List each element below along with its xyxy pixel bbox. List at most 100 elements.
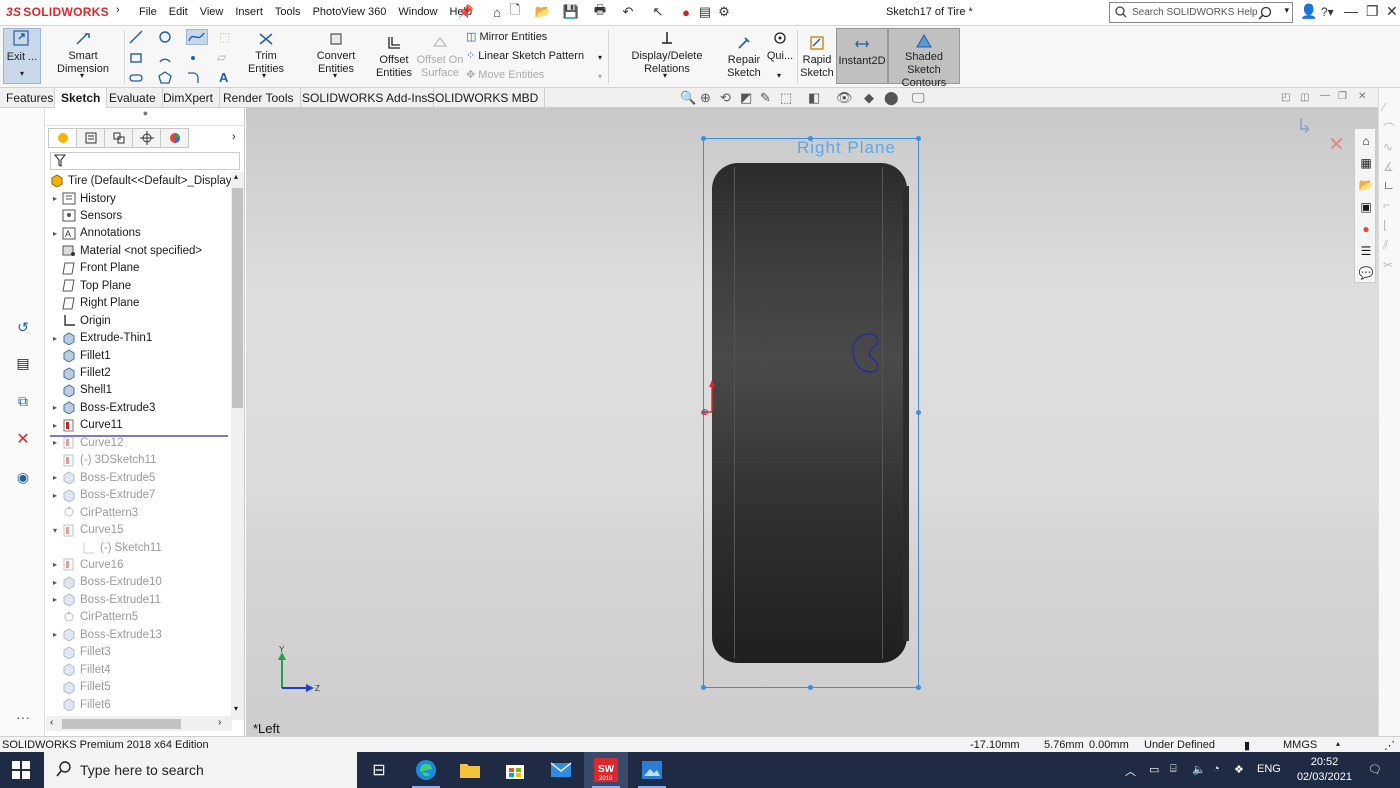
file-explorer-app-button[interactable] [448, 752, 492, 788]
expand-arrow-icon[interactable]: ▸ [50, 403, 60, 412]
tree-item-boss-extrude13[interactable]: ▸ Boss-Extrude13 [50, 626, 162, 643]
pin-icon[interactable]: 📌 [458, 4, 474, 20]
file-explorer-icon[interactable]: 📂 [1358, 177, 1374, 193]
vertical-scrollbar-thumb[interactable] [232, 188, 243, 408]
expand-arrow-icon[interactable]: ▸ [50, 630, 60, 639]
view-settings-icon[interactable]: 🖵 [912, 90, 925, 106]
smart-dimension-button[interactable]: Smart Dimension [43, 30, 123, 76]
appearances-icon[interactable]: ● [1358, 221, 1374, 237]
slot-icon[interactable] [129, 71, 143, 85]
tree-item-boss-extrude5[interactable]: ▸ Boss-Extrude5 [50, 469, 155, 486]
selection-handle[interactable] [808, 685, 813, 690]
tab-solidworks-add-ins[interactable]: SOLIDWORKS Add-Ins [296, 88, 435, 108]
chevron-down-icon[interactable]: ▾ [262, 71, 266, 80]
chevron-down-icon[interactable]: ▾ [598, 53, 602, 62]
polygon-icon[interactable] [158, 71, 172, 85]
dimxpert-manager-tab-icon[interactable] [132, 128, 161, 148]
display-delete-relations-button[interactable]: Display/Delete Relations [612, 30, 722, 76]
home-icon[interactable]: ⌂ [1358, 133, 1374, 149]
photos-app-button[interactable] [630, 752, 674, 788]
tree-item-annotations[interactable]: ▸ A Annotations [50, 225, 141, 242]
expand-arrow-icon[interactable]: ▸ [50, 229, 60, 238]
cancel-icon[interactable]: ✕ [14, 430, 32, 448]
graphics-area[interactable]: Right Plane Y Z *Left ↳ ✕ [246, 108, 1378, 736]
file-properties-icon[interactable]: ▤ [697, 4, 713, 20]
notifications-icon[interactable]: 🗨 [1368, 763, 1382, 776]
tree-item-fillet3[interactable]: Fillet3 [50, 644, 111, 661]
store-app-button[interactable] [493, 752, 537, 788]
confirm-sketch-icon[interactable]: ↳ [1296, 114, 1313, 139]
tree-item-material-not-specified[interactable]: Material <not specified> [50, 242, 202, 259]
offset-icon[interactable]: ⫽ [1383, 238, 1388, 253]
expand-arrow-icon[interactable]: ▸ [50, 595, 60, 604]
new-document-icon[interactable]: 🗋 [507, 2, 523, 20]
repair-sketch-button[interactable]: Repair Sketch [726, 34, 762, 80]
expand-arrow-icon[interactable]: ▸ [50, 334, 60, 343]
chevron-down-icon[interactable]: ▾ [598, 72, 602, 81]
taskbar-search-input[interactable]: Type here to search [44, 752, 357, 788]
expand-arrow-icon[interactable]: ▸ [50, 560, 60, 569]
tree-filter-input[interactable] [50, 152, 240, 170]
line-icon[interactable]: ⁄ [1383, 100, 1385, 114]
arc-icon[interactable]: ⌒ [1383, 120, 1395, 137]
tree-item-fillet5[interactable]: Fillet5 [50, 679, 111, 696]
scroll-left-icon[interactable]: ‹ [50, 717, 53, 728]
solidworks-logo[interactable]: 3S SOLIDWORKS [6, 5, 109, 19]
solidworks-app-button[interactable]: SW 2018 [584, 752, 628, 788]
units-selector[interactable]: MMGS [1283, 739, 1317, 751]
dynamic-annotation-icon[interactable]: ✎ [760, 90, 771, 106]
rebuild-status-icon[interactable]: ▮ [1244, 739, 1250, 752]
circle-icon[interactable] [158, 30, 172, 44]
feature-tree-tab-icon[interactable] [48, 128, 77, 148]
offset-entities-button[interactable]: Offset Entities [374, 34, 414, 80]
tree-item-boss-extrude3[interactable]: ▸ Boss-Extrude3 [50, 399, 155, 416]
selection-handle[interactable] [916, 136, 921, 141]
viewport-close-icon[interactable]: ✕ [1358, 91, 1366, 102]
tree-item-boss-extrude7[interactable]: ▸ Boss-Extrude7 [50, 487, 155, 504]
tree-item-shell1[interactable]: Shell1 [50, 382, 112, 399]
forum-icon[interactable]: 💬 [1358, 265, 1374, 281]
close-icon[interactable]: ✕ [1386, 3, 1398, 20]
section-view-icon[interactable]: ◩ [740, 90, 752, 106]
tree-item-boss-extrude11[interactable]: ▸ Boss-Extrude11 [50, 591, 161, 608]
tab-evaluate[interactable]: Evaluate [103, 88, 163, 108]
tab-render-tools[interactable]: Render Tools [217, 88, 301, 108]
offset-on-surface-button[interactable]: Offset On Surface [416, 34, 464, 80]
expand-arrow-icon[interactable]: ▸ [50, 473, 60, 482]
help-search-input[interactable]: Search SOLIDWORKS Help ▾ [1109, 2, 1293, 23]
exit-sketch-button[interactable]: Exit ... ▾ [3, 28, 41, 84]
property-manager-tab-icon[interactable] [76, 128, 105, 148]
tree-item-curve15[interactable]: ▾ Curve15 [50, 522, 123, 539]
viewport-minimize-icon[interactable]: — [1320, 90, 1330, 101]
quick-snaps-button[interactable]: Qui... [765, 30, 795, 63]
expand-arrow-icon[interactable]: ▸ [50, 421, 60, 430]
menu-expand-icon[interactable]: › [116, 4, 120, 16]
fillet-icon[interactable] [186, 71, 200, 85]
apply-scene-icon[interactable]: ⬤ [884, 90, 899, 106]
configuration-manager-tab-icon[interactable] [104, 128, 133, 148]
selection-handle[interactable] [701, 685, 706, 690]
tree-item-fillet2[interactable]: Fillet2 [50, 365, 111, 382]
chevron-down-icon[interactable]: ▾ [80, 71, 84, 80]
tree-item-top-plane[interactable]: Top Plane [50, 277, 131, 294]
trim-entities-button[interactable]: Trim Entities [236, 30, 296, 76]
camera-icon[interactable]: ◉ [14, 468, 32, 486]
horizontal-scrollbar-thumb[interactable] [62, 719, 181, 729]
chevron-up-icon[interactable]: ▴ [1336, 739, 1340, 748]
tree-item-history[interactable]: ▸ History [50, 190, 116, 207]
home-icon[interactable]: ⌂ [489, 4, 505, 20]
expand-arrow-icon[interactable]: ▸ [50, 578, 60, 587]
display-manager-tab-icon[interactable] [160, 128, 189, 148]
history-icon[interactable]: ↺ [14, 318, 32, 336]
zoom-to-area-icon[interactable]: ⊕ [700, 90, 711, 106]
zoom-to-fit-icon[interactable]: 🔍 [680, 90, 696, 106]
menu-photoview-360[interactable]: PhotoView 360 [307, 6, 393, 18]
select-icon[interactable]: ↖ [650, 4, 666, 20]
menu-window[interactable]: Window [392, 6, 443, 18]
tree-item-cirpattern3[interactable]: CirPattern3 [50, 504, 138, 521]
tree-item-fillet4[interactable]: Fillet4 [50, 661, 111, 678]
dropbox-icon[interactable]: ❖ [1234, 763, 1244, 776]
tree-item-cirpattern5[interactable]: CirPattern5 [50, 609, 138, 626]
selection-handle[interactable] [701, 136, 706, 141]
tree-view-icon[interactable]: ⧉ [14, 392, 32, 410]
